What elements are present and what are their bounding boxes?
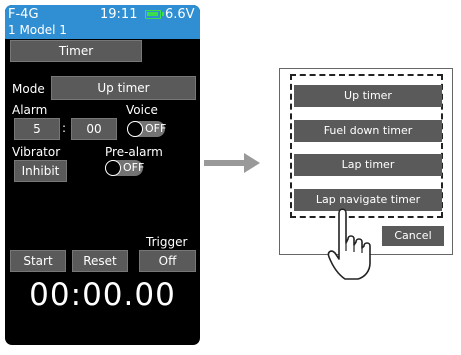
reset-button[interactable]: Reset (72, 250, 128, 272)
pointing-hand-icon (327, 208, 371, 280)
vibrator-label: Vibrator (12, 145, 61, 159)
timer-display: 00:00.00 (29, 277, 176, 313)
toggle-knob-icon (105, 160, 121, 176)
right-arrow-icon (204, 153, 260, 173)
option-up-timer[interactable]: Up timer (294, 85, 442, 107)
cancel-button[interactable]: Cancel (382, 226, 444, 246)
model-name: 1 Model 1 (8, 23, 67, 37)
system-label: F-4G (8, 7, 39, 22)
prealarm-toggle[interactable]: OFF (105, 160, 145, 176)
transmitter-screen: F-4G 19:11 6.6V 1 Model 1 Timer Mode Up … (5, 5, 200, 345)
trigger-select[interactable]: Off (139, 250, 196, 272)
battery-icon (145, 10, 164, 19)
status-bar: F-4G 19:11 6.6V 1 Model 1 (5, 5, 200, 39)
alarm-label: Alarm (12, 103, 48, 117)
mode-select[interactable]: Up timer (51, 76, 196, 100)
mode-label: Mode (12, 82, 45, 96)
toggle-knob-icon (127, 121, 143, 137)
battery-voltage: 6.6V (165, 7, 195, 22)
prealarm-toggle-state: OFF (123, 161, 145, 174)
vibrator-select[interactable]: Inhibit (14, 160, 67, 182)
prealarm-label: Pre-alarm (105, 145, 163, 159)
trigger-label: Trigger (146, 235, 188, 249)
alarm-minutes-field[interactable]: 5 (14, 118, 60, 140)
voice-toggle[interactable]: OFF (127, 121, 167, 137)
option-fuel-down-timer[interactable]: Fuel down timer (294, 120, 442, 142)
alarm-seconds-field[interactable]: 00 (71, 118, 117, 140)
option-lap-timer[interactable]: Lap timer (294, 154, 442, 176)
voice-toggle-state: OFF (145, 122, 167, 135)
timer-title-button[interactable]: Timer (10, 40, 142, 62)
voice-label: Voice (126, 103, 158, 117)
alarm-colon: : (62, 121, 67, 135)
clock: 19:11 (100, 7, 138, 22)
start-button[interactable]: Start (10, 250, 66, 272)
